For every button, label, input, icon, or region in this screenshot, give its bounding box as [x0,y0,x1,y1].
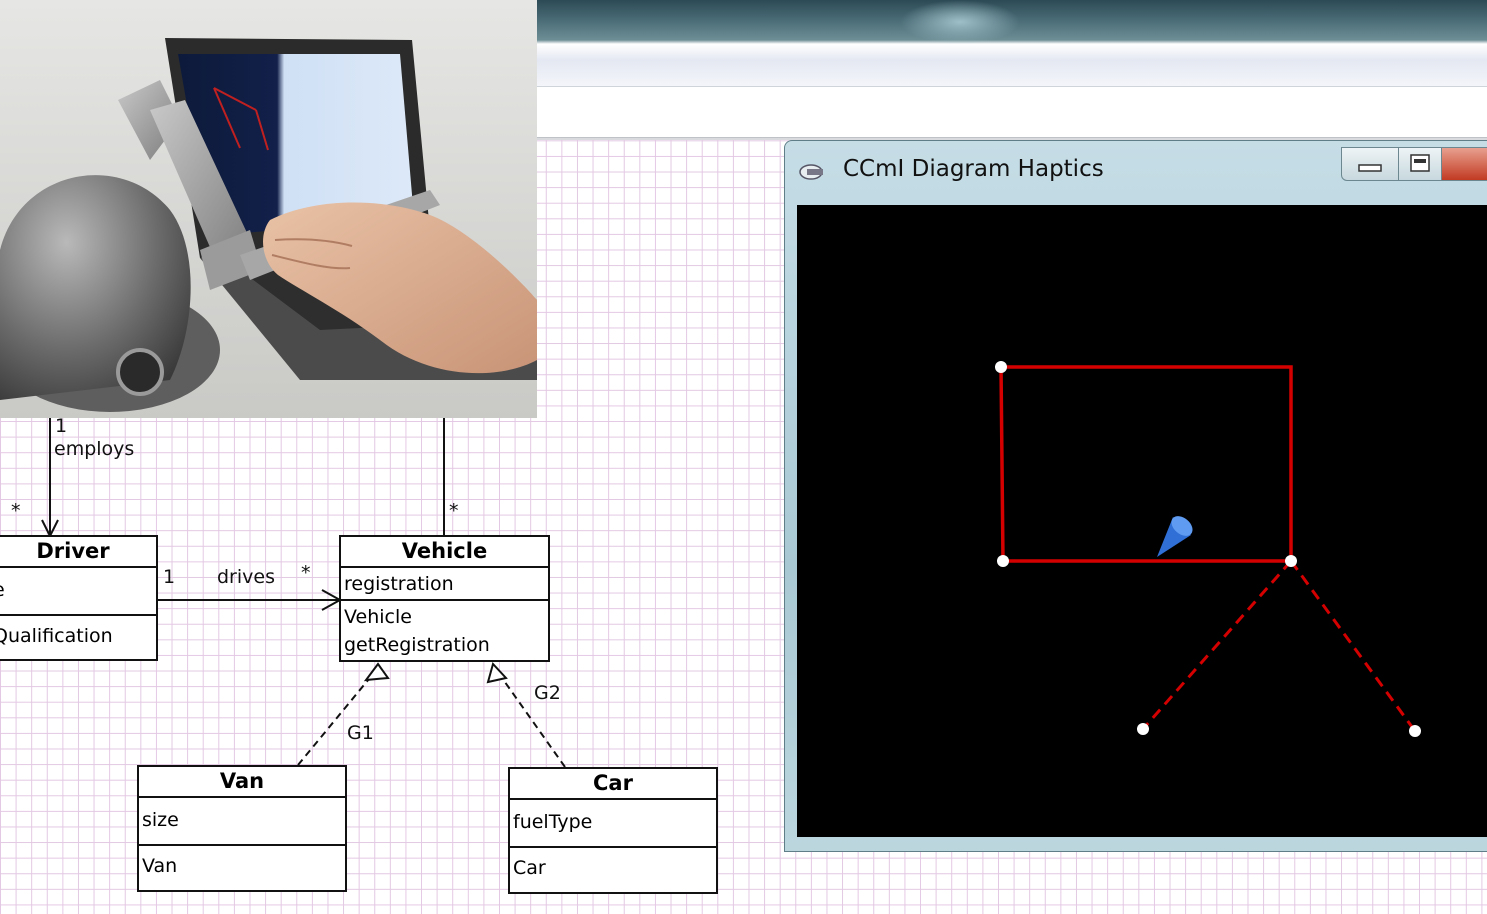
haptic-device-photo [0,0,537,418]
class-van-operations: Van [139,846,345,892]
employs-multiplicity-bottom: * [11,500,21,522]
window-title: CCmI Diagram Haptics [843,156,1104,182]
drives-multiplicity-right: * [301,562,311,584]
class-car-attributes: fuelType [510,800,716,848]
class-driver-attributes: e [0,568,156,616]
class-vehicle-attributes: registration [341,568,548,601]
vehicle-operation: getRegistration [344,634,490,656]
g2-label: G2 [534,682,561,704]
haptic-node [997,555,1009,567]
editor-toolbar [537,86,1487,138]
g1-line [297,667,379,766]
minimize-button[interactable] [1341,147,1399,181]
class-car[interactable]: Car fuelType Car [508,767,718,894]
haptic-node [995,361,1007,373]
car-operation: Car [513,857,546,879]
g1-label: G1 [347,722,374,744]
car-attribute: fuelType [513,811,593,833]
maximize-icon [1410,154,1430,172]
drives-label: drives [217,566,275,588]
class-vehicle[interactable]: Vehicle registration Vehicle getRegistra… [339,535,550,662]
class-vehicle-operations: Vehicle getRegistration [341,601,548,662]
haptic-viewport[interactable] [797,205,1487,837]
close-icon [1442,148,1487,180]
haptic-node [1137,723,1149,735]
driver-operation: Qualification [0,625,113,647]
haptic-cursor-icon [1157,516,1193,557]
desktop-glow [900,0,1020,44]
class-driver-name: Driver [0,537,156,568]
app-icon [799,164,823,180]
haptic-diagram [995,361,1421,737]
class-driver-operations: Qualification [0,616,156,661]
minimize-icon [1358,164,1382,172]
haptic-class-rect [999,365,1293,563]
driver-attribute: e [0,576,156,604]
haptic-window[interactable]: CCmI Diagram Haptics [784,140,1487,852]
g2-arrowhead [486,662,508,684]
g1-arrowhead [363,662,390,682]
class-car-name: Car [510,769,716,800]
vehicle-multiplicity-top: * [449,500,459,522]
vehicle-operation: Vehicle [344,606,412,628]
employs-label: employs [54,438,135,460]
photo-illustration [0,0,537,418]
van-attribute: size [142,809,179,831]
class-car-operations: Car [510,848,716,894]
class-van-attributes: size [139,798,345,846]
class-vehicle-name: Vehicle [341,537,548,568]
employs-multiplicity-top: 1 [55,415,68,437]
drives-multiplicity-left: 1 [163,566,176,588]
close-button[interactable] [1441,147,1487,181]
class-van-name: Van [139,767,345,798]
maximize-button[interactable] [1398,147,1442,181]
class-van[interactable]: Van size Van [137,765,347,892]
haptic-node [1285,555,1297,567]
van-operation: Van [142,855,178,877]
haptic-node [1409,725,1421,737]
vehicle-attribute: registration [344,573,454,595]
haptic-titlebar[interactable]: CCmI Diagram Haptics [785,141,1487,201]
class-driver[interactable]: Driver e Qualification [0,535,158,661]
haptic-dashed-right [1289,560,1417,732]
haptic-dashed-left [1141,560,1293,730]
